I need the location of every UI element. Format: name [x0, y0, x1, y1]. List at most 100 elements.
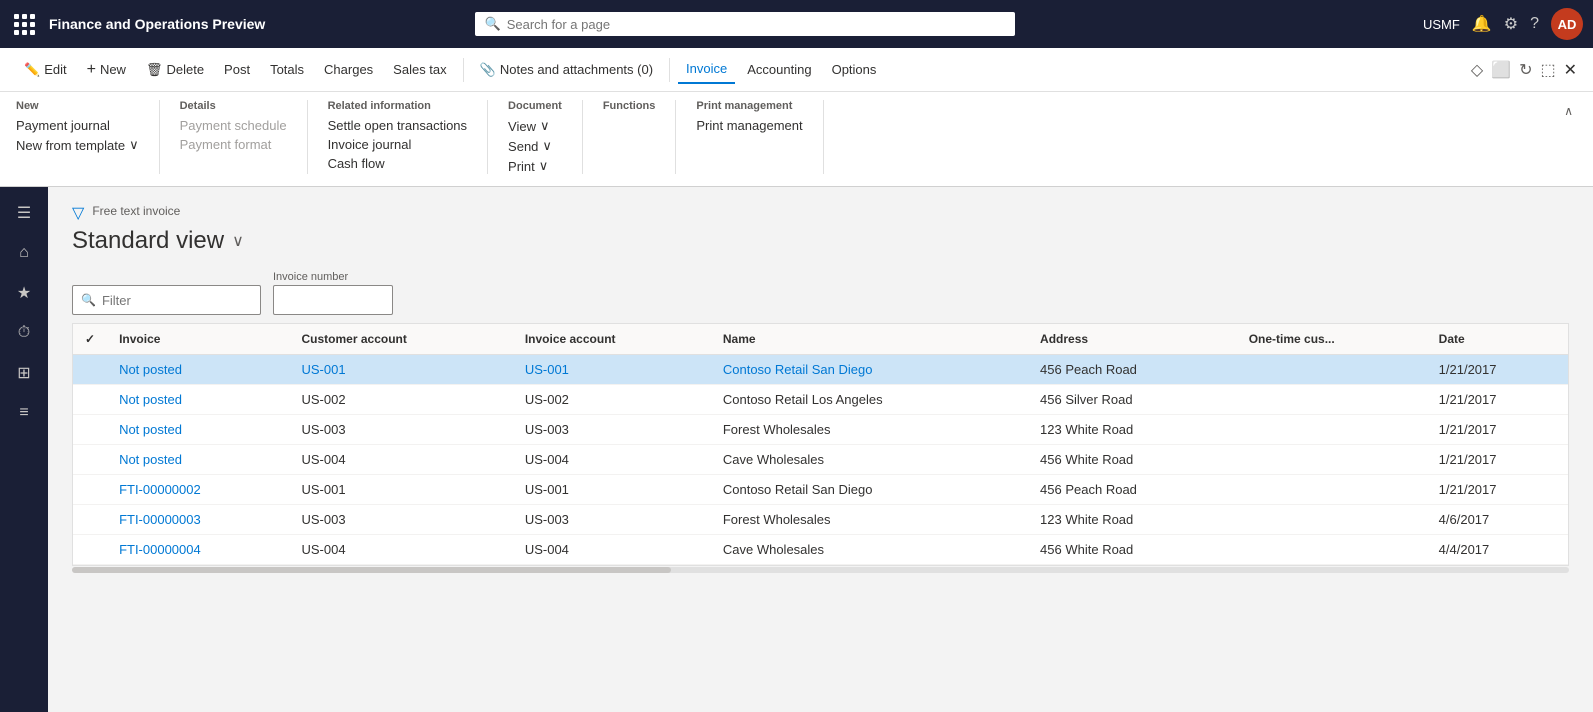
cell-date: 1/21/2017: [1427, 415, 1568, 445]
row-check[interactable]: [73, 475, 107, 505]
edit-button[interactable]: ✏️ Edit: [16, 56, 75, 84]
totals-button[interactable]: Totals: [262, 56, 312, 83]
sidebar-workspaces[interactable]: ⊞: [6, 355, 42, 391]
cell-address: 456 Peach Road: [1028, 475, 1237, 505]
cell-invoice[interactable]: FTI-00000002: [107, 475, 289, 505]
global-search[interactable]: 🔍: [475, 12, 1015, 36]
waffle-menu[interactable]: [10, 10, 39, 39]
ribbon-collapse-button[interactable]: ∧: [1560, 100, 1577, 122]
payment-format-link[interactable]: Payment format: [180, 137, 287, 152]
view-link[interactable]: View ∨: [508, 118, 562, 134]
close-icon[interactable]: ✕: [1564, 60, 1577, 80]
ribbon-section-print-mgmt-title: Print management: [696, 100, 802, 112]
cell-one-time-cus: [1237, 475, 1427, 505]
row-check[interactable]: [73, 355, 107, 385]
payment-journal-link[interactable]: Payment journal: [16, 118, 139, 133]
cell-date: 4/6/2017: [1427, 505, 1568, 535]
avatar[interactable]: AD: [1551, 8, 1583, 40]
sidebar-home[interactable]: ⌂: [6, 235, 42, 271]
cell-invoice[interactable]: Not posted: [107, 445, 289, 475]
sales-tax-button[interactable]: Sales tax: [385, 56, 454, 83]
cell-date: 1/21/2017: [1427, 385, 1568, 415]
settle-open-transactions-link[interactable]: Settle open transactions: [328, 118, 467, 133]
edit-icon: ✏️: [24, 62, 40, 78]
payment-schedule-link[interactable]: Payment schedule: [180, 118, 287, 133]
cell-name: Forest Wholesales: [711, 415, 1028, 445]
filter-inputs-row: 🔍 Invoice number: [72, 271, 1569, 315]
settings-icon[interactable]: ⚙: [1504, 14, 1518, 34]
filter-icon[interactable]: ▽: [72, 203, 84, 223]
row-check[interactable]: [73, 445, 107, 475]
sidebar-hamburger[interactable]: ☰: [6, 195, 42, 231]
sidebar-modules[interactable]: ≡: [6, 395, 42, 431]
cell-name[interactable]: Contoso Retail San Diego: [711, 355, 1028, 385]
notification-icon[interactable]: 🔔: [1472, 14, 1492, 34]
open-icon[interactable]: ⬚: [1540, 60, 1555, 80]
cell-customer-account[interactable]: US-001: [290, 355, 513, 385]
page-title: Standard view: [72, 227, 224, 255]
delete-button[interactable]: 🗑 Delete: [138, 56, 212, 84]
cell-one-time-cus: [1237, 415, 1427, 445]
ribbon-print-mgmt-items: Print management: [696, 118, 802, 133]
row-check[interactable]: [73, 535, 107, 565]
invoice-number-input[interactable]: [273, 285, 393, 315]
top-bar-right: USMF 🔔 ⚙ ? AD: [1423, 8, 1583, 40]
table-row[interactable]: Not postedUS-003US-003Forest Wholesales1…: [73, 415, 1568, 445]
cell-invoice[interactable]: Not posted: [107, 415, 289, 445]
new-from-template-link[interactable]: New from template ∨: [16, 137, 139, 153]
cell-invoice[interactable]: FTI-00000003: [107, 505, 289, 535]
send-link[interactable]: Send ∨: [508, 138, 562, 154]
new-button[interactable]: + New: [79, 55, 134, 85]
search-input[interactable]: [507, 17, 1005, 32]
table-row[interactable]: Not postedUS-004US-004Cave Wholesales456…: [73, 445, 1568, 475]
col-customer-account[interactable]: Customer account: [290, 324, 513, 355]
table-row[interactable]: FTI-00000002US-001US-001Contoso Retail S…: [73, 475, 1568, 505]
col-one-time-cus[interactable]: One-time cus...: [1237, 324, 1427, 355]
page-title-row: Standard view ∨: [72, 227, 1569, 255]
help-icon[interactable]: ?: [1530, 15, 1539, 33]
title-chevron-icon[interactable]: ∨: [232, 231, 244, 251]
options-button[interactable]: Options: [824, 56, 885, 83]
cell-invoice-account[interactable]: US-001: [513, 355, 711, 385]
table-row[interactable]: Not postedUS-001US-001Contoso Retail San…: [73, 355, 1568, 385]
row-check[interactable]: [73, 415, 107, 445]
filter-search-box[interactable]: 🔍: [72, 285, 261, 315]
col-name[interactable]: Name: [711, 324, 1028, 355]
table-row[interactable]: FTI-00000004US-004US-004Cave Wholesales4…: [73, 535, 1568, 565]
ribbon-new-items: Payment journal New from template ∨: [16, 118, 139, 153]
col-address[interactable]: Address: [1028, 324, 1237, 355]
invoice-journal-link[interactable]: Invoice journal: [328, 137, 467, 152]
cell-customer-account: US-003: [290, 505, 513, 535]
cmd-separator-2: [669, 58, 670, 82]
sidebar-recent[interactable]: ⏱: [6, 315, 42, 351]
print-management-link[interactable]: Print management: [696, 118, 802, 133]
post-button[interactable]: Post: [216, 56, 258, 83]
row-check[interactable]: [73, 505, 107, 535]
ribbon-panel: New Payment journal New from template ∨ …: [0, 92, 1593, 187]
cell-invoice[interactable]: Not posted: [107, 385, 289, 415]
table-row[interactable]: Not postedUS-002US-002Contoso Retail Los…: [73, 385, 1568, 415]
cell-invoice[interactable]: FTI-00000004: [107, 535, 289, 565]
table-row[interactable]: FTI-00000003US-003US-003Forest Wholesale…: [73, 505, 1568, 535]
cash-flow-link[interactable]: Cash flow: [328, 156, 467, 171]
favorites-icon[interactable]: ◇: [1471, 60, 1483, 80]
filter-breadcrumb-row: ▽ Free text invoice: [72, 203, 1569, 223]
ribbon-details-items: Payment schedule Payment format: [180, 118, 287, 152]
row-check[interactable]: [73, 385, 107, 415]
notes-attachments-button[interactable]: 📎 Notes and attachments (0): [472, 56, 661, 84]
col-invoice-account[interactable]: Invoice account: [513, 324, 711, 355]
refresh-icon[interactable]: ↻: [1519, 60, 1532, 80]
print-link[interactable]: Print ∨: [508, 158, 562, 174]
accounting-button[interactable]: Accounting: [739, 56, 819, 83]
invoice-table: ✓ Invoice Customer account Invoice accou…: [73, 324, 1568, 565]
cell-invoice[interactable]: Not posted: [107, 355, 289, 385]
horizontal-scrollbar[interactable]: [72, 566, 1569, 574]
delete-icon: 🗑: [146, 62, 163, 78]
charges-button[interactable]: Charges: [316, 56, 381, 83]
col-invoice[interactable]: Invoice: [107, 324, 289, 355]
sidebar-favorites[interactable]: ★: [6, 275, 42, 311]
col-date[interactable]: Date: [1427, 324, 1568, 355]
invoice-tab-button[interactable]: Invoice: [678, 55, 735, 84]
split-icon[interactable]: ⬜: [1491, 60, 1511, 80]
filter-input[interactable]: [102, 293, 252, 308]
